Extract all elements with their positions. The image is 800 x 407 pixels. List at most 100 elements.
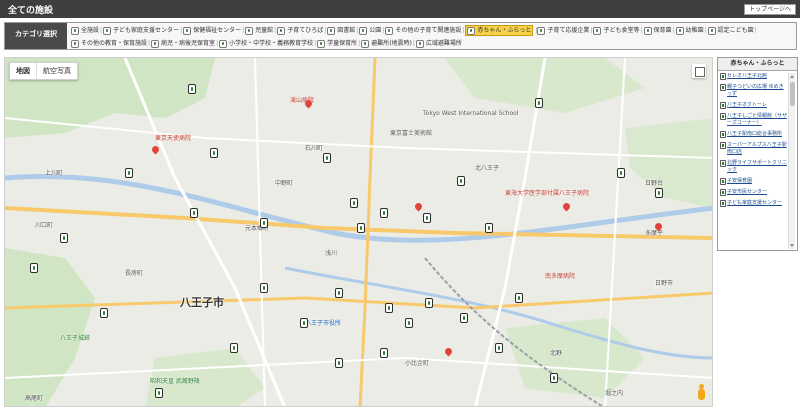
- facility-marker-icon[interactable]: [230, 343, 238, 353]
- facility-link[interactable]: 子安保育園: [727, 178, 752, 185]
- facility-marker-icon[interactable]: [155, 388, 163, 398]
- fullscreen-icon[interactable]: [692, 64, 706, 78]
- top-page-button[interactable]: トップページへ: [744, 4, 796, 15]
- facility-list-item[interactable]: 子安保育園: [720, 178, 788, 185]
- facility-link[interactable]: 八王子オクトーレ: [727, 102, 767, 109]
- facility-icon: [103, 26, 112, 35]
- category-other-education[interactable]: その他の教育・保育施設 |: [71, 38, 150, 49]
- map-label-city: 八王子市: [180, 296, 224, 309]
- facility-list-item[interactable]: 子安市民センター: [720, 189, 788, 196]
- facility-link[interactable]: 親子つどいの広場 ゆめきっず: [727, 84, 788, 98]
- scroll-up-icon[interactable]: [790, 75, 794, 78]
- map-type-map-button[interactable]: 地図: [10, 63, 37, 79]
- category-wide-evacuation[interactable]: 広域避難場所: [415, 38, 462, 49]
- facility-list-item[interactable]: スーパーアルプス八王子駅南口店: [720, 142, 788, 156]
- map-label: 堀之内: [605, 390, 624, 397]
- facility-link[interactable]: 子ども家庭支援センター: [727, 200, 782, 207]
- category-sick-child-care[interactable]: 病児・病後児保育室 |: [151, 38, 218, 49]
- facility-marker-icon[interactable]: [335, 358, 343, 368]
- facility-marker-icon[interactable]: [323, 153, 331, 163]
- facility-marker-icon[interactable]: [190, 208, 198, 218]
- map-label: 中野町: [275, 180, 294, 187]
- category-kids-cafeteria[interactable]: 子ども食堂等 |: [593, 25, 643, 36]
- map-label: 石川町: [305, 145, 324, 152]
- facility-marker-icon[interactable]: [125, 168, 133, 178]
- facility-icon: [359, 26, 368, 35]
- category-library[interactable]: 図書館 |: [327, 25, 358, 36]
- facility-list-item[interactable]: 八王子しごと情報館（サザーズコーナー）: [720, 113, 788, 127]
- facility-list-scrollbar[interactable]: [788, 73, 795, 249]
- facility-list-item[interactable]: 親子つどいの広場 ゆめきっず: [720, 84, 788, 98]
- map-label-hospital: 東海大学医学部付属八王子病院: [505, 190, 590, 197]
- facility-marker-icon[interactable]: [405, 318, 413, 328]
- facility-marker-icon[interactable]: [188, 84, 196, 94]
- facility-marker-icon[interactable]: [210, 148, 218, 158]
- category-label: カテゴリ選択: [5, 23, 67, 49]
- facility-list-item[interactable]: 北野ライフサポートクリニック: [720, 160, 788, 174]
- facility-marker-icon[interactable]: [425, 298, 433, 308]
- facility-link[interactable]: 子安市民センター: [727, 189, 767, 196]
- facility-link[interactable]: 八王子駅南口総合事務所: [727, 131, 782, 138]
- category-label-text: 赤ちゃん・ふらっと: [477, 26, 532, 34]
- category-children-hall[interactable]: 児童館 |: [245, 25, 276, 36]
- facility-marker-icon[interactable]: [457, 176, 465, 186]
- facility-marker-icon[interactable]: [655, 188, 663, 198]
- category-label-text: 児童館: [255, 26, 274, 34]
- facility-list-item[interactable]: 八王子オクトーレ: [720, 102, 788, 109]
- map-label: 川口町: [35, 222, 54, 229]
- facility-link[interactable]: 八王子しごと情報館（サザーズコーナー）: [727, 113, 788, 127]
- map-type-satellite-button[interactable]: 航空写真: [37, 63, 77, 79]
- facility-list-item[interactable]: 八王子駅南口総合事務所: [720, 131, 788, 138]
- category-after-school-care[interactable]: 学童保育所 |: [317, 38, 360, 49]
- facility-marker-icon[interactable]: [515, 293, 523, 303]
- facility-marker-icon[interactable]: [385, 303, 393, 313]
- facility-marker-icon[interactable]: [260, 283, 268, 293]
- category-child-support-center[interactable]: 子ども家庭支援センター |: [103, 25, 182, 36]
- facility-marker-icon[interactable]: [335, 288, 343, 298]
- category-kindergarten[interactable]: 幼稚園 |: [675, 25, 707, 36]
- category-other-parenting[interactable]: その他の子育て関連施設 |: [385, 25, 464, 36]
- facility-list-item[interactable]: 子ども家庭支援センター: [720, 200, 788, 207]
- facility-icon: [183, 26, 192, 35]
- category-label-text: 広域避難場所: [425, 39, 462, 47]
- facility-marker-icon[interactable]: [260, 218, 268, 228]
- facility-marker-icon[interactable]: [485, 223, 493, 233]
- category-baby-flat[interactable]: 赤ちゃん・ふらっと: [465, 25, 534, 36]
- map-view[interactable]: 地図 航空写真 八王子市 川口町 上川町 東京天使病院 滝山病院 Tokyo W…: [4, 57, 713, 407]
- facility-marker-icon[interactable]: [495, 343, 503, 353]
- category-schools[interactable]: 小学校・中学校・義務教育学校 |: [219, 38, 316, 49]
- facility-link[interactable]: スーパーアルプス八王子駅南口店: [727, 142, 788, 156]
- facility-marker-icon[interactable]: [617, 168, 625, 178]
- category-evacuation-earthquake[interactable]: 避難所(地震時) |: [361, 38, 415, 49]
- facility-icon: [720, 189, 726, 196]
- facility-icon: [277, 26, 286, 35]
- category-parenting-plaza[interactable]: 子育てひろば |: [277, 25, 326, 36]
- facility-marker-icon[interactable]: [535, 98, 543, 108]
- scroll-down-icon[interactable]: [790, 244, 794, 247]
- facility-marker-icon[interactable]: [60, 233, 68, 243]
- category-nursery[interactable]: 保育園 |: [643, 25, 675, 36]
- facility-marker-icon[interactable]: [100, 308, 108, 318]
- facility-marker-icon[interactable]: [380, 348, 388, 358]
- facility-marker-icon[interactable]: [460, 313, 468, 323]
- category-support-company[interactable]: | 子育て応援企業 |: [534, 25, 592, 36]
- facility-marker-icon[interactable]: [423, 213, 431, 223]
- facility-link[interactable]: セレオ八王子北館: [727, 73, 767, 80]
- facility-link[interactable]: 北野ライフサポートクリニック: [727, 160, 788, 174]
- pegman-icon[interactable]: [697, 384, 706, 402]
- facility-marker-icon[interactable]: [300, 318, 308, 328]
- map-type-toggle: 地図 航空写真: [9, 62, 78, 80]
- facility-icon: [675, 26, 684, 35]
- facility-marker-icon[interactable]: [380, 208, 388, 218]
- category-certified-kodomoen[interactable]: 認定こども園 |: [707, 25, 757, 36]
- category-label-text: 保健福祉センター: [193, 26, 242, 34]
- facility-marker-icon[interactable]: [350, 198, 358, 208]
- category-all[interactable]: 全施設 |: [71, 25, 102, 36]
- facility-marker-icon[interactable]: [357, 223, 365, 233]
- category-park[interactable]: 公園 |: [359, 25, 384, 36]
- facility-list-item[interactable]: セレオ八王子北館: [720, 73, 788, 80]
- facility-marker-icon[interactable]: [550, 373, 558, 383]
- category-health-welfare-center[interactable]: 保健福祉センター |: [183, 25, 244, 36]
- scroll-thumb[interactable]: [790, 82, 795, 106]
- facility-marker-icon[interactable]: [30, 263, 38, 273]
